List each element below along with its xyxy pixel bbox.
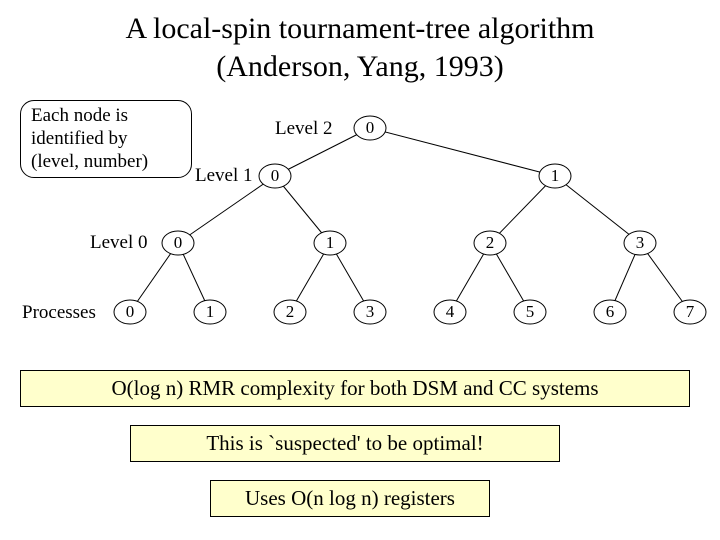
num-P-4: 4 <box>446 302 455 321</box>
num-L1-0: 0 <box>271 166 280 185</box>
num-P-5: 5 <box>526 302 535 321</box>
num-L0-3: 3 <box>636 233 645 252</box>
num-P-1: 1 <box>206 302 215 321</box>
num-P-6: 6 <box>606 302 615 321</box>
num-L0-2: 2 <box>486 233 495 252</box>
num-L2-0: 0 <box>366 118 375 137</box>
num-L0-0: 0 <box>174 233 183 252</box>
num-P-3: 3 <box>366 302 375 321</box>
num-P-0: 0 <box>126 302 135 321</box>
num-P-7: 7 <box>686 302 695 321</box>
banner-complexity: O(log n) RMR complexity for both DSM and… <box>20 370 690 407</box>
banner-registers: Uses O(n log n) registers <box>210 480 490 517</box>
num-L0-1: 1 <box>326 233 335 252</box>
num-L1-1: 1 <box>551 166 560 185</box>
banner-optimal: This is `suspected' to be optimal! <box>130 425 560 462</box>
num-P-2: 2 <box>286 302 295 321</box>
